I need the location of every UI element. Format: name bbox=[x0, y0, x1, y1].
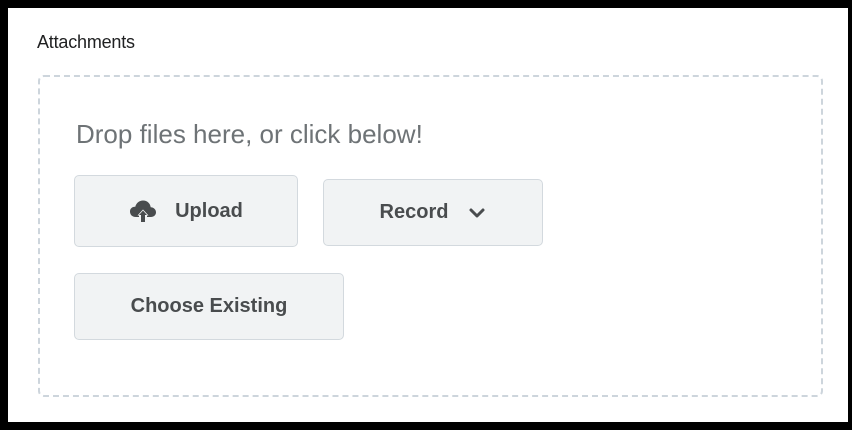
record-button-label: Record bbox=[379, 201, 449, 223]
upload-button-label: Upload bbox=[175, 199, 243, 222]
record-dropdown-button[interactable]: Record bbox=[323, 179, 543, 246]
attachments-panel: Attachments Drop files here, or click be… bbox=[8, 8, 848, 422]
upload-button[interactable]: Upload bbox=[74, 175, 298, 247]
choose-existing-label: Choose Existing bbox=[130, 295, 288, 317]
cloud-upload-icon bbox=[129, 199, 157, 223]
file-dropzone[interactable]: Drop files here, or click below! Upload … bbox=[38, 75, 823, 397]
dropzone-instruction: Drop files here, or click below! bbox=[76, 119, 423, 149]
chevron-down-icon bbox=[468, 206, 486, 220]
attachments-title: Attachments bbox=[37, 32, 135, 52]
choose-existing-button[interactable]: Choose Existing bbox=[74, 273, 344, 340]
